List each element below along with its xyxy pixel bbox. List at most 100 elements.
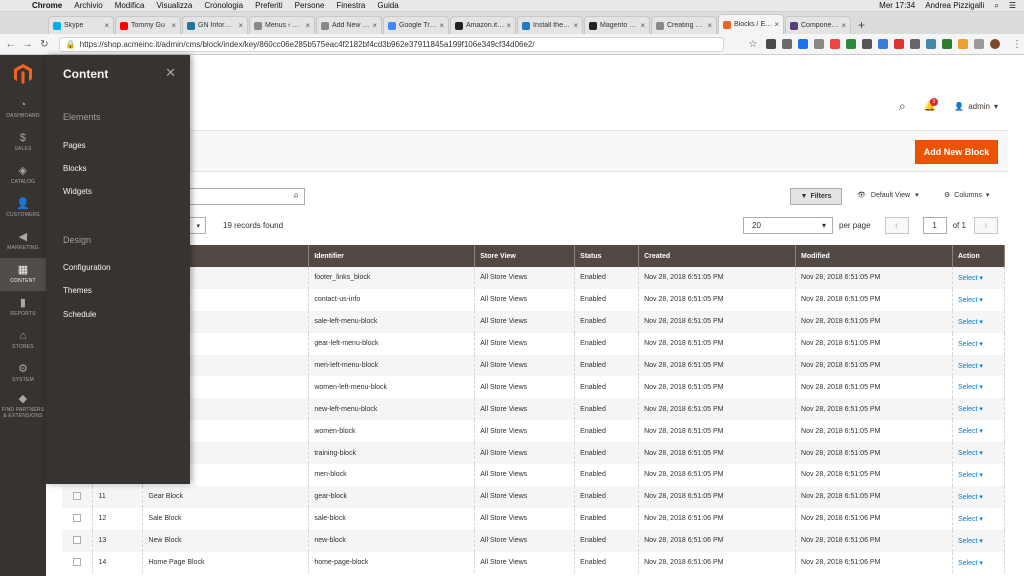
search-icon[interactable]: ⌕ — [994, 1, 998, 11]
sidenav-item-reports[interactable]: ▮ REPORTS — [0, 291, 46, 324]
previous-page-button[interactable]: ‹ — [884, 217, 909, 234]
sidenav-item-find[interactable]: ◆ FIND PARTNERS & EXTENSIONS — [0, 390, 46, 423]
row-checkbox[interactable] — [73, 491, 82, 500]
menu-app-name[interactable]: Chrome — [32, 1, 62, 10]
mac-menu-item[interactable]: Visualizza — [156, 1, 192, 10]
browser-tab[interactable]: Components × — [785, 16, 851, 34]
mac-menu-item[interactable]: Guida — [377, 1, 398, 10]
browser-tab[interactable]: Amazon.it: Vi × — [450, 16, 516, 34]
menu-link-schedule[interactable]: Schedule — [63, 310, 96, 319]
extension-icon[interactable] — [766, 39, 776, 49]
browser-tab[interactable]: Creating Block× — [651, 16, 717, 34]
mac-menu-item[interactable]: Modifica — [115, 1, 145, 10]
close-tab-icon[interactable]: × — [573, 21, 578, 30]
mac-menu-item[interactable]: Cronologia — [204, 1, 243, 10]
extension-icon[interactable] — [878, 39, 888, 49]
sidenav-item-catalog[interactable]: ◈ CATALOG — [0, 159, 46, 192]
select-action-link[interactable]: Select ▾ — [958, 450, 983, 457]
select-action-link[interactable]: Select ▾ — [958, 494, 983, 501]
browser-tab[interactable]: Blocks / Eleme× — [718, 14, 784, 34]
select-action-link[interactable]: Select ▾ — [958, 319, 983, 326]
close-tab-icon[interactable]: × — [707, 21, 712, 30]
sidenav-item-content[interactable]: ▦ CONTENT — [0, 258, 46, 291]
sidenav-item-marketing[interactable]: ◀ MARKETING — [0, 225, 46, 258]
row-checkbox[interactable] — [73, 535, 82, 544]
select-action-link[interactable]: Select ▾ — [958, 363, 983, 370]
select-action-link[interactable]: Select ▾ — [958, 560, 983, 567]
select-action-link[interactable]: Select ▾ — [958, 384, 983, 391]
menu-link-widgets[interactable]: Widgets — [63, 187, 92, 196]
extension-icon[interactable] — [798, 39, 808, 49]
sidenav-item-dashboard[interactable]: ◔ DASHBOARD — [0, 93, 46, 126]
search-icon[interactable]: ⌕ — [293, 190, 299, 201]
extension-icon[interactable] — [910, 39, 920, 49]
column-header[interactable]: Action — [952, 245, 1006, 267]
extension-icon[interactable] — [974, 39, 984, 49]
close-icon[interactable]: ✕ — [165, 65, 176, 81]
browser-tab[interactable]: Menus ‹ GN In× — [249, 16, 315, 34]
sidenav-item-customers[interactable]: 👤 CUSTOMERS — [0, 192, 46, 225]
notifications-bell-icon[interactable]: 🔔 3 — [924, 98, 938, 112]
page-size-select[interactable]: 20 ▾ — [743, 217, 833, 234]
row-checkbox[interactable] — [73, 513, 82, 522]
close-tab-icon[interactable]: × — [640, 21, 645, 30]
column-header[interactable]: Modified — [795, 245, 953, 267]
menu-link-configuration[interactable]: Configuration — [63, 263, 111, 272]
extension-icon[interactable] — [830, 39, 840, 49]
magento-logo[interactable] — [0, 55, 46, 93]
select-action-link[interactable]: Select ▾ — [958, 538, 983, 545]
filters-button[interactable]: ▼ Filters — [790, 188, 842, 205]
browser-tab[interactable]: GN Information× — [182, 16, 248, 34]
close-tab-icon[interactable]: × — [841, 21, 846, 30]
select-action-link[interactable]: Select ▾ — [958, 516, 983, 523]
star-icon[interactable]: ☆ — [746, 39, 760, 50]
global-search-icon[interactable]: ⌕ — [899, 99, 906, 114]
select-action-link[interactable]: Select ▾ — [958, 428, 983, 435]
column-header[interactable]: Created — [638, 245, 797, 267]
browser-tab[interactable]: Install the Ma × — [517, 16, 583, 34]
close-tab-icon[interactable]: × — [171, 21, 176, 30]
close-tab-icon[interactable]: × — [104, 21, 109, 30]
browser-tab[interactable]: Add New Post× — [316, 16, 382, 34]
close-tab-icon[interactable]: × — [372, 21, 377, 30]
menu-icon[interactable]: ☰ — [1009, 1, 1016, 10]
next-page-button[interactable]: › — [973, 217, 998, 234]
browser-tab[interactable]: Tommy Gu × — [115, 16, 181, 34]
close-tab-icon[interactable]: × — [774, 20, 779, 29]
select-action-link[interactable]: Select ▾ — [958, 275, 983, 282]
url-field[interactable]: 🔒 https://shop.acmeinc.it/admin/cms/bloc… — [58, 36, 724, 52]
add-new-block-button[interactable]: Add New Block — [915, 140, 998, 164]
extension-icon[interactable] — [926, 39, 936, 49]
extension-icon[interactable] — [958, 39, 968, 49]
select-action-link[interactable]: Select ▾ — [958, 472, 983, 479]
extension-icon[interactable] — [846, 39, 856, 49]
column-header[interactable]: Status — [574, 245, 640, 267]
close-tab-icon[interactable]: × — [238, 21, 243, 30]
default-view-dropdown[interactable]: 👁 Default View ▾ — [857, 191, 919, 200]
back-icon[interactable]: ← — [4, 39, 17, 50]
extension-icon[interactable] — [814, 39, 824, 49]
forward-icon[interactable]: → — [21, 39, 34, 50]
sidenav-item-stores[interactable]: ⌂ STORES — [0, 324, 46, 357]
select-action-link[interactable]: Select ▾ — [958, 341, 983, 348]
extension-icon[interactable] — [894, 39, 904, 49]
select-action-link[interactable]: Select ▾ — [958, 297, 983, 304]
close-tab-icon[interactable]: × — [305, 21, 310, 30]
mac-menu-item[interactable]: Persone — [295, 1, 325, 10]
more-icon[interactable]: ⋮ — [1010, 39, 1024, 50]
select-action-link[interactable]: Select ▾ — [958, 406, 983, 413]
extension-icon[interactable] — [942, 39, 952, 49]
columns-dropdown[interactable]: ⚙ Columns ▾ — [944, 191, 989, 200]
admin-account-menu[interactable]: 👤 admin ▾ — [954, 102, 998, 111]
mac-menu-item[interactable]: Preferiti — [255, 1, 283, 10]
mac-menu-item[interactable]: Finestra — [336, 1, 365, 10]
menu-link-pages[interactable]: Pages — [63, 141, 86, 150]
menu-link-themes[interactable]: Themes — [63, 286, 92, 295]
profile-avatar-icon[interactable] — [990, 39, 1000, 49]
browser-tab[interactable]: Magento 2: Hi× — [584, 16, 650, 34]
sidenav-item-sales[interactable]: $ SALES — [0, 126, 46, 159]
browser-tab[interactable]: Skype × — [48, 16, 114, 34]
extension-icon[interactable] — [782, 39, 792, 49]
close-tab-icon[interactable]: × — [439, 21, 444, 30]
close-tab-icon[interactable]: × — [506, 21, 511, 30]
